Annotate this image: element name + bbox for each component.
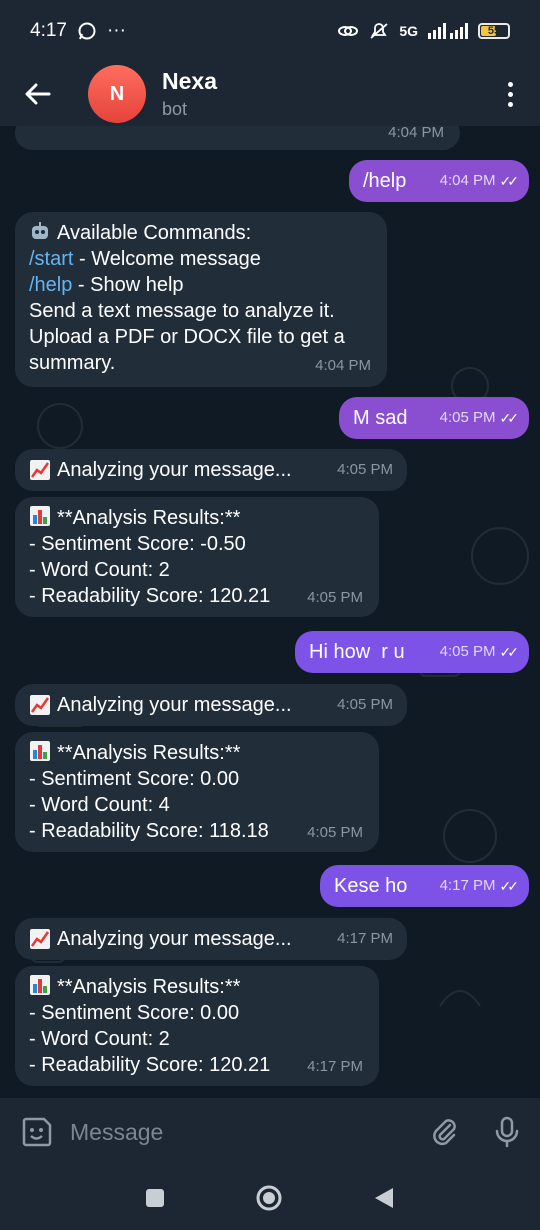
- message-text-line: Send a text message to analyze it.: [29, 300, 335, 322]
- message-bubble-outgoing[interactable]: Kese ho 4:17 PM ✓✓: [320, 865, 529, 907]
- read-receipt-icon: ✓✓: [499, 173, 520, 189]
- message-time: 4:05 PM: [307, 824, 363, 841]
- battery-icon: 55: [478, 23, 510, 39]
- message-list[interactable]: 4:04 PM /help 4:04 PM ✓✓ Available Comma…: [0, 126, 540, 1098]
- message-time: 4:05 PM: [439, 643, 496, 660]
- message-time: 4:04 PM: [388, 126, 444, 141]
- message-bubble-incoming[interactable]: **Analysis Results:** - Sentiment Score:…: [15, 497, 379, 617]
- home-button[interactable]: [255, 1184, 283, 1212]
- message-text: Analyzing your message...: [57, 928, 292, 950]
- back-nav-button[interactable]: [373, 1186, 395, 1210]
- bar-chart-icon: [29, 505, 51, 527]
- message-text-line: Upload a PDF or DOCX file to get a: [29, 326, 345, 348]
- read-receipt-icon: ✓✓: [499, 410, 520, 426]
- triangle-back-icon: [375, 1188, 393, 1208]
- message-text-line: - Sentiment Score: -0.50: [29, 533, 246, 555]
- message-bubble-incoming[interactable]: Analyzing your message... 4:05 PM: [15, 684, 407, 726]
- chart-increasing-icon: [29, 928, 51, 950]
- avatar[interactable]: N: [88, 65, 146, 123]
- paperclip-icon: [433, 1119, 456, 1146]
- message-bubble-outgoing[interactable]: M sad 4:05 PM ✓✓: [339, 397, 529, 439]
- message-text: M sad: [353, 407, 408, 429]
- avatar-letter: N: [109, 82, 125, 105]
- message-bubble-incoming[interactable]: **Analysis Results:** - Sentiment Score:…: [15, 966, 379, 1086]
- message-text-line: Available Commands:: [57, 222, 252, 244]
- chart-increasing-icon: [29, 694, 51, 716]
- status-time: 4:17: [30, 20, 67, 41]
- message-text: Kese ho: [334, 875, 408, 897]
- more-notifications-icon: ···: [106, 20, 126, 41]
- message-text: Hi how r u: [309, 641, 405, 663]
- message-time: 4:05 PM: [307, 589, 363, 606]
- message-text-line: - Welcome message: [73, 248, 261, 270]
- message-text: Analyzing your message...: [57, 694, 292, 716]
- voice-record-button[interactable]: [494, 1116, 520, 1148]
- message-time: 4:05 PM: [337, 696, 393, 713]
- message-composer: Message: [0, 1098, 540, 1166]
- chat-subtitle: bot: [162, 99, 188, 119]
- message-text-line: **Analysis Results:**: [57, 507, 241, 529]
- circle-icon: [256, 1185, 282, 1211]
- whatsapp-icon: [78, 22, 96, 40]
- more-options-button[interactable]: [480, 81, 540, 107]
- chat-header: N Nexa bot: [0, 62, 540, 126]
- message-time: 4:17 PM: [337, 930, 393, 947]
- message-time: 4:17 PM: [307, 1058, 363, 1075]
- chart-increasing-icon: [29, 459, 51, 481]
- message-text-line: - Word Count: 2: [29, 559, 170, 581]
- message-text-line: **Analysis Results:**: [57, 742, 241, 764]
- help-command-link[interactable]: /help: [29, 274, 72, 296]
- message-time: 4:05 PM: [337, 461, 393, 478]
- signal-icon: [428, 23, 468, 39]
- dot: [507, 91, 513, 97]
- dot: [507, 81, 513, 87]
- link-icon: [338, 26, 359, 36]
- message-bubble-incoming[interactable]: 4:04 PM: [15, 126, 460, 150]
- read-receipt-icon: ✓✓: [499, 878, 520, 894]
- message-text: /help: [363, 170, 407, 192]
- message-text-line: - Word Count: 4: [29, 794, 170, 816]
- microphone-icon: [495, 1116, 519, 1148]
- message-text-line: - Sentiment Score: 0.00: [29, 768, 240, 790]
- sticker-icon: [22, 1117, 52, 1147]
- start-command-link[interactable]: /start: [29, 248, 73, 270]
- message-bubble-incoming[interactable]: Analyzing your message... 4:17 PM: [15, 918, 407, 960]
- back-button[interactable]: [0, 83, 76, 105]
- read-receipt-icon: ✓✓: [499, 644, 520, 660]
- chat-title-area[interactable]: Nexa bot: [162, 68, 480, 120]
- message-time: 4:04 PM: [439, 172, 496, 189]
- square-icon: [146, 1189, 164, 1207]
- message-bubble-incoming[interactable]: **Analysis Results:** - Sentiment Score:…: [15, 732, 379, 852]
- message-time: 4:04 PM: [315, 357, 371, 374]
- message-text: Analyzing your message...: [57, 459, 292, 481]
- message-bubble-outgoing[interactable]: /help 4:04 PM ✓✓: [349, 160, 529, 202]
- robot-icon: [29, 220, 51, 242]
- bar-chart-icon: [29, 740, 51, 762]
- system-navigation-bar: [0, 1166, 540, 1230]
- message-bubble-outgoing[interactable]: Hi how r u 4:05 PM ✓✓: [295, 631, 529, 673]
- message-time: 4:05 PM: [439, 409, 496, 426]
- status-bar: 4:17 ··· 5G 55: [0, 0, 540, 62]
- message-text-line: - Word Count: 2: [29, 1028, 170, 1050]
- message-text-line: - Show help: [72, 274, 184, 296]
- message-text-line: **Analysis Results:**: [57, 976, 241, 998]
- attach-button[interactable]: [430, 1117, 460, 1147]
- recents-button[interactable]: [145, 1188, 165, 1208]
- network-type: 5G: [399, 23, 418, 39]
- battery-level: 55: [487, 25, 501, 37]
- message-bubble-incoming[interactable]: Available Commands: /start - Welcome mes…: [15, 212, 387, 387]
- message-input[interactable]: Message: [70, 1119, 430, 1146]
- dot: [507, 101, 513, 107]
- silent-icon: [370, 23, 388, 39]
- chat-title: Nexa: [162, 68, 217, 94]
- message-time: 4:17 PM: [439, 877, 496, 894]
- sticker-emoji-button[interactable]: [20, 1115, 54, 1149]
- message-bubble-incoming[interactable]: Analyzing your message... 4:05 PM: [15, 449, 407, 491]
- arrow-left-icon: [25, 83, 51, 105]
- message-text-line: - Sentiment Score: 0.00: [29, 1002, 240, 1024]
- bar-chart-icon: [29, 974, 51, 996]
